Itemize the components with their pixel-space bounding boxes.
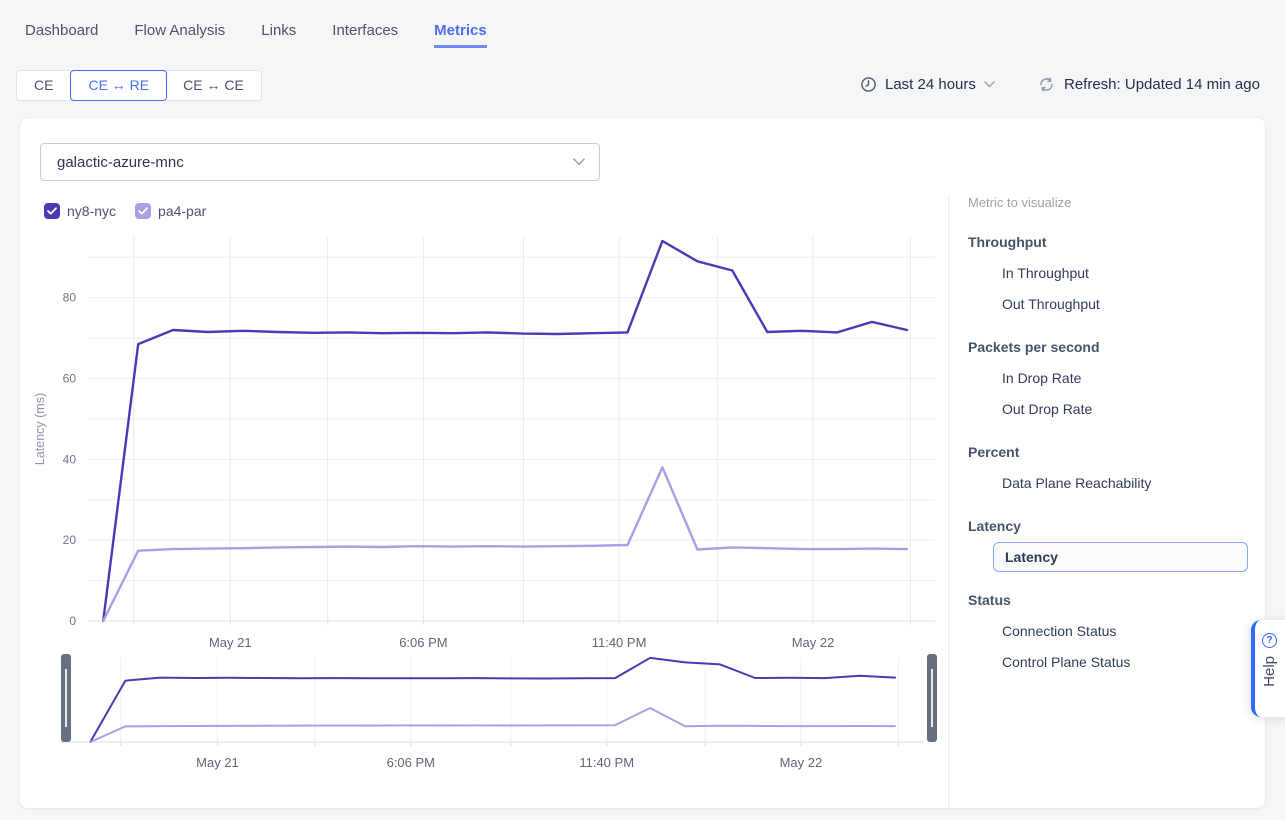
nav-item-interfaces[interactable]: Interfaces xyxy=(332,22,398,45)
grid xyxy=(88,237,935,625)
metric-item-in-throughput[interactable]: In Throughput xyxy=(968,264,1264,282)
x-tick-label: May 22 xyxy=(780,755,823,770)
x-tick-label: 6:06 PM xyxy=(387,755,435,770)
refresh-icon xyxy=(1038,76,1055,93)
refresh-label: Refresh: Updated 14 min ago xyxy=(1064,76,1260,93)
help-label: Help xyxy=(1261,656,1278,687)
selected-metric-label: Latency xyxy=(1005,549,1058,565)
overview-chart: May 21 6:06 PM 11:40 PM May 22 xyxy=(40,648,945,778)
metric-group-percent: Percent Data Plane Reachability xyxy=(968,444,1264,492)
checkbox-checked-icon xyxy=(44,203,60,219)
connection-type-filter: CE CE ↔ RE CE ↔ CE xyxy=(16,70,262,101)
grid xyxy=(60,657,923,746)
series-legend: ny8-nyc pa4-par xyxy=(44,203,206,219)
metric-item-latency-selected[interactable]: Latency xyxy=(993,542,1248,572)
metric-group-pps: Packets per second In Drop Rate Out Drop… xyxy=(968,339,1264,418)
y-tick-label: 0 xyxy=(69,614,76,628)
series-line-ny8-nyc xyxy=(90,658,895,742)
brush-grip xyxy=(65,669,67,727)
series-toggle-ny8-nyc[interactable]: ny8-nyc xyxy=(44,203,116,219)
metric-item-connection-status[interactable]: Connection Status xyxy=(968,622,1264,640)
nav-item-metrics[interactable]: Metrics xyxy=(434,22,487,48)
y-tick-label: 40 xyxy=(63,452,77,466)
segment-ce[interactable]: CE xyxy=(17,71,71,100)
group-heading: Status xyxy=(968,592,1264,608)
metric-item-in-drop-rate[interactable]: In Drop Rate xyxy=(968,369,1264,387)
x-tick-label: 11:40 PM xyxy=(592,635,647,650)
series-toggle-label: ny8-nyc xyxy=(67,203,116,219)
help-icon: ? xyxy=(1262,633,1277,648)
series-line-pa4-par xyxy=(103,467,907,621)
series-line-pa4-par xyxy=(90,708,895,742)
group-heading: Percent xyxy=(968,444,1264,460)
x-tick-label: May 21 xyxy=(196,755,239,770)
group-heading: Packets per second xyxy=(968,339,1264,355)
refresh-control[interactable]: Refresh: Updated 14 min ago xyxy=(1038,76,1260,93)
connection-select-value: galactic-azure-mnc xyxy=(57,154,573,171)
time-range-label: Last 24 hours xyxy=(885,76,976,93)
help-tab[interactable]: ? Help xyxy=(1251,620,1285,717)
group-heading: Latency xyxy=(968,518,1264,534)
group-heading: Throughput xyxy=(968,234,1264,250)
x-tick-label: 11:40 PM xyxy=(579,755,634,770)
x-axis: May 21 6:06 PM 11:40 PM May 22 xyxy=(209,635,834,650)
nav-item-dashboard[interactable]: Dashboard xyxy=(25,22,98,45)
metric-item-data-plane-reachability[interactable]: Data Plane Reachability xyxy=(968,474,1264,492)
x-tick-label: May 22 xyxy=(792,635,835,650)
x-tick-label: May 21 xyxy=(209,635,252,650)
metric-group-status: Status Connection Status Control Plane S… xyxy=(968,592,1264,671)
time-range-selector[interactable]: Last 24 hours xyxy=(860,76,995,93)
chevron-down-icon xyxy=(573,158,585,166)
series-line-ny8-nyc xyxy=(103,241,907,621)
brush-grip xyxy=(931,669,933,727)
chevron-down-icon xyxy=(984,81,995,88)
metric-group-throughput: Throughput In Throughput Out Throughput xyxy=(968,234,1264,313)
latency-chart: May 21 6:06 PM 11:40 PM May 22 0 20 40 60 80 Late… xyxy=(20,228,955,660)
y-tick-label: 60 xyxy=(63,371,77,385)
metric-item-out-drop-rate[interactable]: Out Drop Rate xyxy=(968,400,1264,418)
sidebar-title: Metric to visualize xyxy=(968,195,1264,210)
brush-handle-left[interactable] xyxy=(61,654,71,742)
top-nav: Dashboard Flow Analysis Links Interfaces… xyxy=(25,22,487,48)
metric-sidebar: Metric to visualize Throughput In Throug… xyxy=(968,195,1264,697)
series-toggle-pa4-par[interactable]: pa4-par xyxy=(135,203,206,219)
x-tick-label: 6:06 PM xyxy=(399,635,447,650)
series-lines xyxy=(103,241,907,621)
y-axis-label: Latency (ms) xyxy=(33,393,47,465)
brush-handle-right[interactable] xyxy=(927,654,937,742)
metric-item-out-throughput[interactable]: Out Throughput xyxy=(968,295,1264,313)
nav-item-links[interactable]: Links xyxy=(261,22,296,45)
connection-select[interactable]: galactic-azure-mnc xyxy=(40,143,600,181)
y-tick-label: 20 xyxy=(63,533,77,547)
metric-item-control-plane-status[interactable]: Control Plane Status xyxy=(968,653,1264,671)
y-axis: 0 20 40 60 80 Latency (ms) xyxy=(33,291,76,628)
checkbox-checked-icon xyxy=(135,203,151,219)
metric-group-latency: Latency Latency xyxy=(968,518,1264,572)
segment-ce-ce[interactable]: CE ↔ CE xyxy=(166,71,261,100)
series-toggle-label: pa4-par xyxy=(158,203,206,219)
sidebar-divider xyxy=(948,195,949,808)
series-lines xyxy=(90,658,895,742)
y-tick-label: 80 xyxy=(63,291,77,305)
clock-icon xyxy=(860,76,877,93)
x-axis: May 21 6:06 PM 11:40 PM May 22 xyxy=(196,755,822,770)
segment-ce-re[interactable]: CE ↔ RE xyxy=(70,70,167,101)
nav-item-flow-analysis[interactable]: Flow Analysis xyxy=(134,22,225,45)
metrics-card: galactic-azure-mnc ny8-nyc pa4-par xyxy=(20,118,1265,808)
